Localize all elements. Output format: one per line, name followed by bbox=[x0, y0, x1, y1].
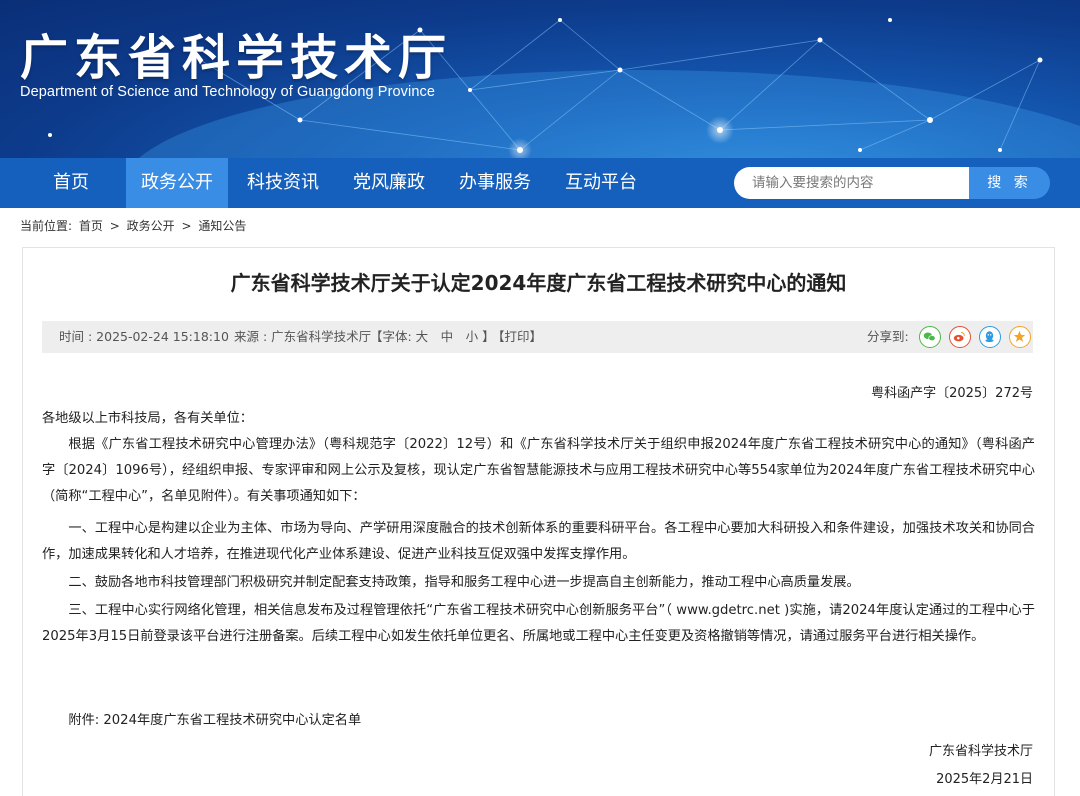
issue-date: 2025年2月21日 bbox=[936, 772, 1033, 787]
breadcrumb-notices[interactable]: 通知公告 bbox=[198, 219, 246, 233]
wechat-icon[interactable] bbox=[919, 326, 941, 348]
paragraph-item-1: 一、工程中心是构建以企业为主体、市场为导向、产学研用深度融合的技术创新体系的重要… bbox=[42, 521, 1035, 562]
article-title: 广东省科学技术厅关于认定2024年度广东省工程技术研究中心的通知 bbox=[230, 271, 847, 295]
print-link[interactable]: 【打印】 bbox=[492, 321, 542, 353]
signature: 广东省科学技术厅 bbox=[928, 744, 1033, 759]
breadcrumb-separator: > bbox=[109, 219, 120, 233]
share-label: 分享到: bbox=[867, 329, 909, 344]
font-size-selector[interactable]: 【字体: 大 中 小 】 bbox=[370, 321, 495, 353]
document-number: 粤科函产字〔2025〕272号 bbox=[871, 386, 1033, 401]
salutation: 各地级以上市科技局，各有关单位： bbox=[42, 411, 253, 426]
breadcrumb-label: 当前位置: bbox=[20, 219, 73, 233]
header-banner: 广东省科学技术厅 Department of Science and Techn… bbox=[0, 0, 1080, 158]
qq-icon[interactable] bbox=[979, 326, 1001, 348]
breadcrumb: 当前位置: 首页 > 政务公开 > 通知公告 bbox=[20, 217, 249, 234]
paragraph-item-3: 三、工程中心实行网络化管理，相关信息发布及过程管理依托“广东省工程技术研究中心创… bbox=[42, 603, 1035, 644]
nav-item-interaction[interactable]: 互动平台 bbox=[550, 158, 652, 208]
weibo-icon[interactable] bbox=[949, 326, 971, 348]
search-button[interactable]: 搜 索 bbox=[969, 167, 1050, 199]
site-title: 广东省科学技术厅 bbox=[20, 30, 453, 86]
breadcrumb-home[interactable]: 首页 bbox=[79, 219, 103, 233]
article-source: 来源 : 广东省科学技术厅 bbox=[234, 329, 372, 344]
nav-item-services[interactable]: 办事服务 bbox=[444, 158, 546, 208]
nav-item-tech-news[interactable]: 科技资讯 bbox=[232, 158, 334, 208]
site-subtitle: Department of Science and Technology of … bbox=[20, 84, 436, 100]
attachment-link[interactable]: 附件: 2024年度广东省工程技术研究中心认定名单 bbox=[42, 708, 1035, 734]
search-input[interactable] bbox=[734, 167, 970, 199]
paragraph-intro: 根据《广东省工程技术研究中心管理办法》（粤科规范字〔2022〕12号）和《广东省… bbox=[42, 437, 1035, 504]
paragraph-item-2: 二、鼓励各地市科技管理部门积极研究并制定配套支持政策，指导和服务工程中心进一步提… bbox=[68, 575, 860, 590]
nav-item-home[interactable]: 首页 bbox=[20, 158, 122, 208]
breadcrumb-separator: > bbox=[181, 219, 192, 233]
nav-item-government-affairs[interactable]: 政务公开 bbox=[126, 158, 228, 208]
qzone-icon[interactable] bbox=[1009, 326, 1031, 348]
article-meta-bar: 时间 : 2025-02-24 15:18:10 来源 : 广东省科学技术厅 【… bbox=[42, 321, 1033, 353]
nav-item-party-integrity[interactable]: 党风廉政 bbox=[338, 158, 440, 208]
publish-time: 时间 : 2025-02-24 15:18:10 bbox=[59, 329, 229, 344]
breadcrumb-government-affairs[interactable]: 政务公开 bbox=[127, 219, 175, 233]
